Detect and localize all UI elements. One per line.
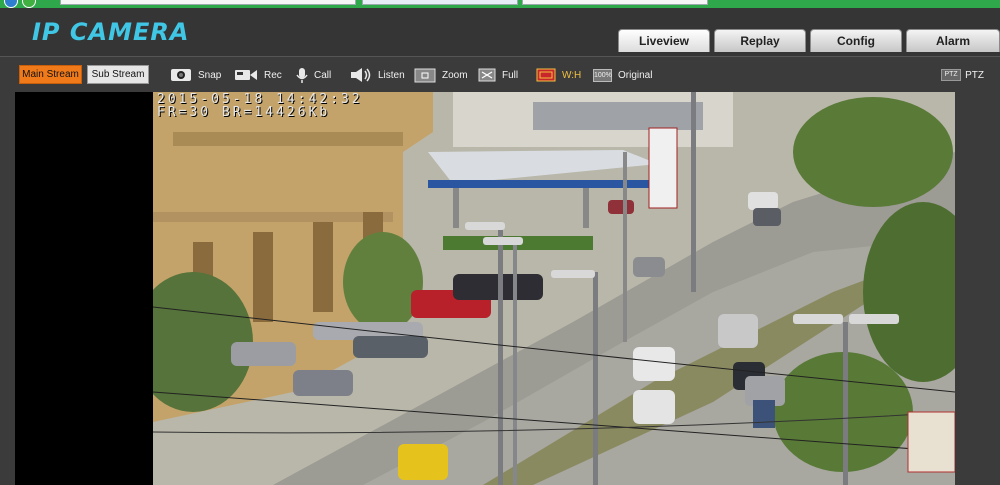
snap-label: Snap <box>198 69 222 81</box>
sub-stream-button[interactable]: Sub Stream <box>87 65 149 84</box>
browser-strip <box>0 0 1000 8</box>
original-size-button[interactable]: 100% Original <box>593 67 652 83</box>
tab-config[interactable]: Config <box>810 29 902 52</box>
main-tabs: Liveview Replay Config Alarm <box>618 29 1000 52</box>
ptz-icon: PTZ <box>941 69 962 81</box>
call-button[interactable]: Call <box>296 67 331 83</box>
street-scene-image <box>153 92 955 485</box>
full-button[interactable]: Full <box>478 67 518 83</box>
original-size-icon: 100% <box>593 68 612 82</box>
zoom-button[interactable]: Zoom <box>414 67 468 83</box>
liveview-toolbar: Main Stream Sub Stream Snap Rec Call Lis… <box>0 56 1000 92</box>
call-label: Call <box>314 69 332 81</box>
snap-button[interactable]: Snap <box>170 67 221 83</box>
address-bar[interactable] <box>60 0 356 5</box>
browser-tab[interactable] <box>362 0 518 5</box>
microphone-icon <box>296 68 308 83</box>
zoom-icon <box>414 68 436 82</box>
browser-back-icon[interactable] <box>4 0 18 8</box>
ptz-button[interactable]: PTZ PTZ <box>941 69 984 81</box>
full-label: Full <box>502 69 519 81</box>
video-area: 2015-05-18 14:42:32 FR=30 BR=14426Kb <box>15 92 955 485</box>
aspect-ratio-button[interactable]: W:H <box>536 67 581 83</box>
tab-liveview[interactable]: Liveview <box>618 29 710 52</box>
main-stream-button[interactable]: Main Stream <box>19 65 82 84</box>
fullscreen-icon <box>478 68 496 82</box>
aspect-ratio-label: W:H <box>562 69 582 81</box>
tab-replay[interactable]: Replay <box>714 29 806 52</box>
header: IP CAMERA Liveview Replay Config Alarm <box>0 8 1000 56</box>
original-label: Original <box>618 69 653 81</box>
listen-label: Listen <box>378 69 405 81</box>
ptz-label: PTZ <box>965 69 984 81</box>
brand-logo: IP CAMERA <box>32 18 190 46</box>
browser-forward-icon[interactable] <box>22 0 36 8</box>
rec-button[interactable]: Rec <box>234 67 282 83</box>
aspect-ratio-icon <box>536 68 556 82</box>
speaker-icon <box>351 68 371 82</box>
rec-label: Rec <box>264 69 282 81</box>
video-stats: FR=30 BR=14426Kb <box>157 105 331 120</box>
zoom-label: Zoom <box>442 69 468 81</box>
search-bar[interactable] <box>522 0 708 5</box>
live-video-feed[interactable]: 2015-05-18 14:42:32 FR=30 BR=14426Kb <box>153 92 955 485</box>
video-record-icon <box>235 70 257 80</box>
tab-alarm[interactable]: Alarm <box>906 29 1000 52</box>
listen-button[interactable]: Listen <box>350 67 405 83</box>
camera-snap-icon <box>171 69 191 81</box>
